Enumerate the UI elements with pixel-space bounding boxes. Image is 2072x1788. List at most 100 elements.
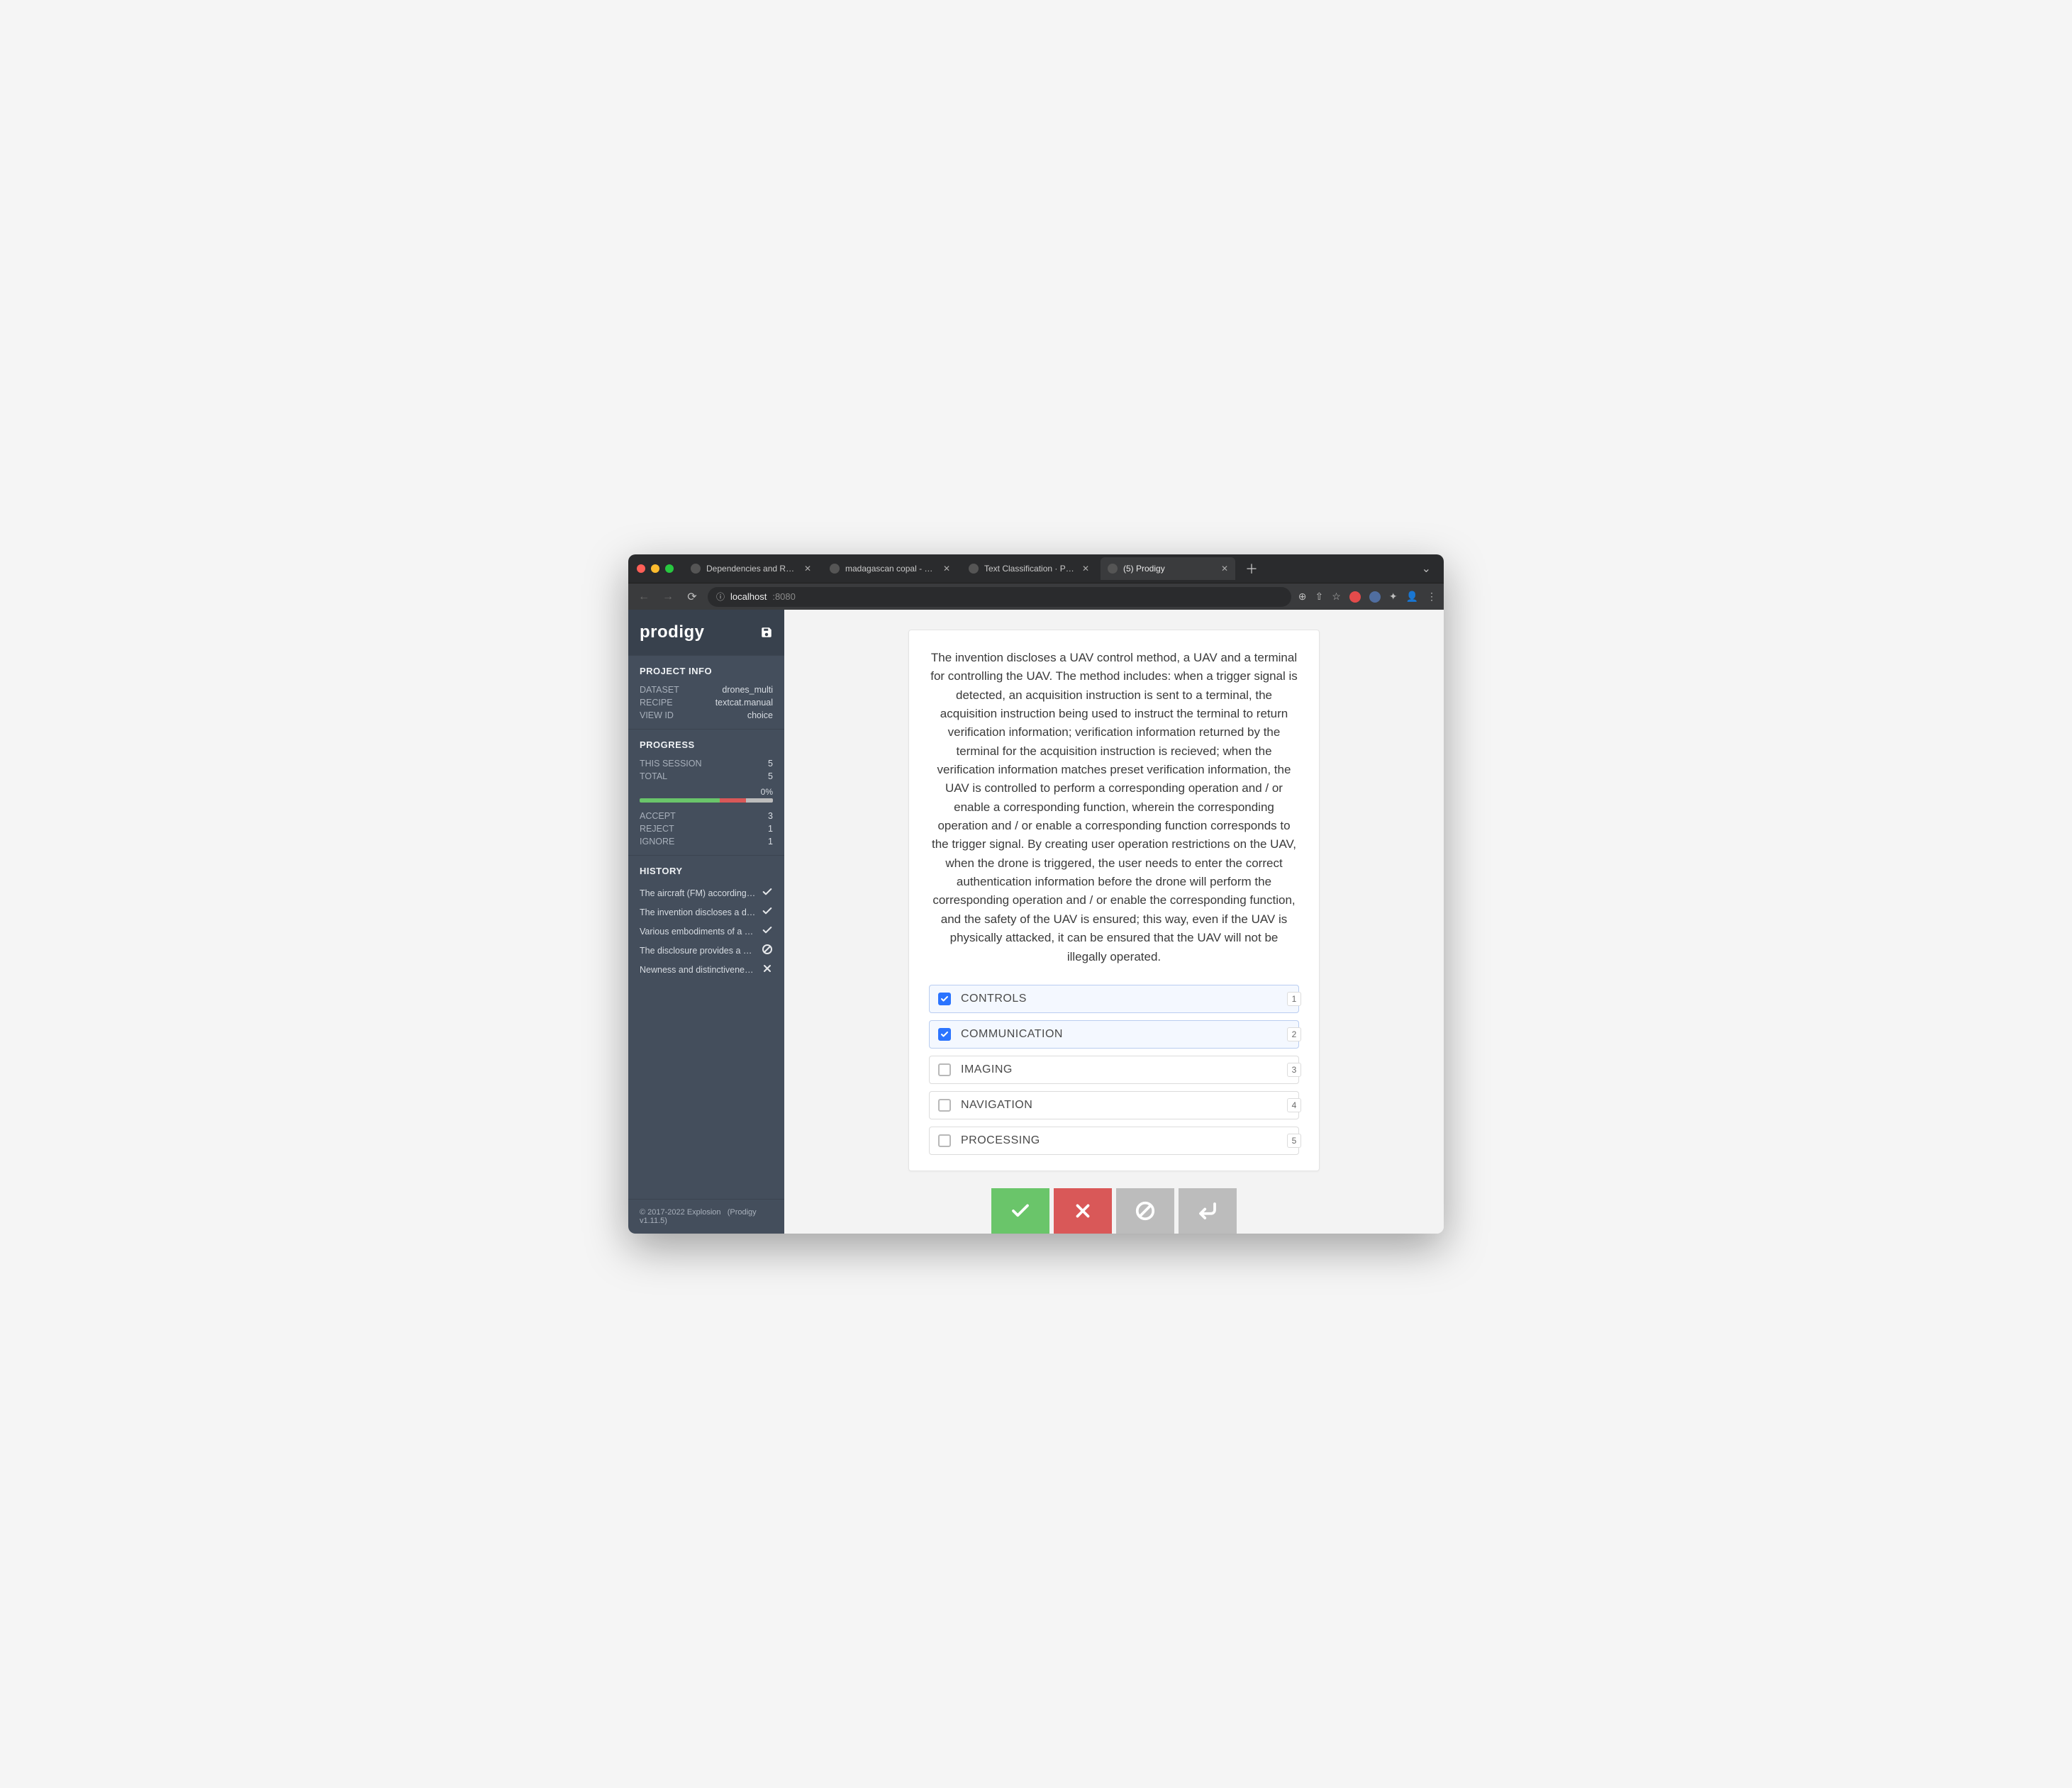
choice-list: CONTROLS 1 COMMUNICATION 2 IMAGING3 NAVIGATIO… [929, 985, 1299, 1155]
tab-label: madagascan copal - Google Se [845, 564, 937, 574]
hotkey-badge: 1 [1287, 992, 1301, 1006]
choice-label: CONTROLS [961, 993, 1027, 1005]
share-icon[interactable]: ⇧ [1315, 591, 1324, 603]
save-icon[interactable] [760, 626, 773, 639]
site-info-icon[interactable]: ⓘ [716, 591, 725, 603]
favicon-icon [1108, 564, 1118, 574]
history-item[interactable]: The disclosure provides a syst… [640, 941, 773, 960]
choice-option[interactable]: CONTROLS 1 [929, 985, 1299, 1013]
search-icon[interactable]: ⊕ [1298, 591, 1307, 603]
checkbox-icon[interactable] [938, 1063, 951, 1076]
browser-tab[interactable]: (5) Prodigy ✕ [1101, 557, 1235, 580]
choice-option[interactable]: COMMUNICATION 2 [929, 1020, 1299, 1049]
window-controls[interactable] [634, 564, 679, 573]
choice-option[interactable]: IMAGING3 [929, 1056, 1299, 1084]
brand-bar: prodigy [628, 610, 784, 655]
checkbox-icon[interactable] [938, 1099, 951, 1112]
progress-section: PROGRESS THIS SESSION5 TOTAL5 0% ACCEPT3… [628, 729, 784, 855]
browser-tab[interactable]: Dependencies and Relations · P ✕ [684, 557, 818, 580]
history-item[interactable]: The aircraft (FM) according to … [640, 883, 773, 903]
close-tab-icon[interactable]: ✕ [1082, 564, 1089, 574]
reject-button[interactable] [1054, 1188, 1112, 1234]
checkbox-icon[interactable] [938, 1028, 951, 1041]
accept-icon [762, 886, 773, 900]
history-item[interactable]: The invention discloses a drivi… [640, 903, 773, 922]
choice-label: IMAGING [961, 1063, 1013, 1076]
url-input[interactable]: ⓘ localhost :8080 [708, 587, 1291, 607]
progress-percent: 0% [640, 783, 773, 797]
reload-button[interactable]: ⟳ [684, 590, 701, 604]
close-tab-icon[interactable]: ✕ [1221, 564, 1228, 574]
section-heading: PROGRESS [640, 739, 773, 750]
value: 3 [768, 811, 773, 821]
main-panel: The invention discloses a UAV control me… [784, 610, 1444, 1234]
choice-label: PROCESSING [961, 1134, 1040, 1147]
accept-icon [762, 905, 773, 919]
tab-label: Text Classification · Prodigy · A [984, 564, 1076, 574]
bookmark-icon[interactable]: ☆ [1332, 591, 1341, 603]
accept-button[interactable] [991, 1188, 1049, 1234]
reject-segment [720, 798, 747, 803]
ignore-button[interactable] [1116, 1188, 1174, 1234]
project-info-section: PROJECT INFO DATASETdrones_multi RECIPEt… [628, 655, 784, 729]
favicon-icon [969, 564, 979, 574]
tabs-menu-icon[interactable]: ⌄ [1415, 561, 1438, 576]
value: choice [747, 710, 773, 720]
hotkey-badge: 4 [1287, 1098, 1301, 1112]
progress-bar [640, 798, 773, 803]
label: VIEW ID [640, 710, 674, 720]
url-path: :8080 [772, 591, 796, 602]
new-tab-button[interactable]: ＋ [1240, 559, 1264, 578]
checkbox-icon[interactable] [938, 993, 951, 1005]
extension-icon[interactable] [1349, 591, 1361, 603]
accept-icon [762, 924, 773, 938]
label: TOTAL [640, 771, 667, 781]
back-button[interactable]: ← [635, 591, 652, 603]
ignore-segment [746, 798, 773, 803]
action-bar [991, 1184, 1237, 1234]
value: 5 [768, 771, 773, 781]
close-window-icon[interactable] [637, 564, 645, 573]
checkbox-icon[interactable] [938, 1134, 951, 1147]
brand-name: prodigy [640, 622, 705, 642]
extensions-icon[interactable]: ✦ [1389, 591, 1398, 603]
address-bar: ← → ⟳ ⓘ localhost :8080 ⊕ ⇧ ☆ ✦ 👤 ⋮ [628, 583, 1444, 610]
hotkey-badge: 2 [1287, 1027, 1301, 1041]
value: 1 [768, 837, 773, 846]
choice-option[interactable]: PROCESSING5 [929, 1127, 1299, 1155]
task-text: The invention discloses a UAV control me… [929, 649, 1299, 966]
close-tab-icon[interactable]: ✕ [804, 564, 811, 574]
label: RECIPE [640, 698, 673, 708]
value: textcat.manual [715, 698, 773, 708]
browser-tab[interactable]: Text Classification · Prodigy · A ✕ [962, 557, 1096, 580]
accept-segment [640, 798, 720, 803]
history-text: The disclosure provides a syst… [640, 946, 756, 956]
section-heading: PROJECT INFO [640, 666, 773, 676]
minimize-window-icon[interactable] [651, 564, 659, 573]
browser-chrome: Dependencies and Relations · P✕madagasca… [628, 554, 1444, 610]
maximize-window-icon[interactable] [665, 564, 674, 573]
profile-icon[interactable]: 👤 [1406, 591, 1418, 603]
extension-icon[interactable] [1369, 591, 1381, 603]
history-text: The aircraft (FM) according to … [640, 888, 756, 898]
value: drones_multi [722, 685, 773, 695]
task-card: The invention discloses a UAV control me… [908, 630, 1320, 1171]
tab-label: Dependencies and Relations · P [706, 564, 798, 574]
value: 1 [768, 824, 773, 834]
tab-strip: Dependencies and Relations · P✕madagasca… [628, 554, 1444, 583]
forward-button[interactable]: → [659, 591, 676, 603]
history-text: Newness and distinctiveness i… [640, 965, 756, 975]
history-item[interactable]: Newness and distinctiveness i… [640, 960, 773, 979]
url-host: localhost [730, 591, 767, 602]
choice-label: COMMUNICATION [961, 1028, 1063, 1041]
browser-tab[interactable]: madagascan copal - Google Se ✕ [823, 557, 957, 580]
undo-button[interactable] [1179, 1188, 1237, 1234]
section-heading: HISTORY [640, 866, 773, 876]
menu-icon[interactable]: ⋮ [1427, 591, 1437, 603]
tab-label: (5) Prodigy [1123, 564, 1215, 574]
history-item[interactable]: Various embodiments of a syst… [640, 922, 773, 941]
value: 5 [768, 759, 773, 769]
choice-option[interactable]: NAVIGATION4 [929, 1091, 1299, 1119]
sidebar-footer: © 2017-2022 Explosion (Prodigy v1.11.5) [628, 1199, 784, 1234]
close-tab-icon[interactable]: ✕ [943, 564, 950, 574]
